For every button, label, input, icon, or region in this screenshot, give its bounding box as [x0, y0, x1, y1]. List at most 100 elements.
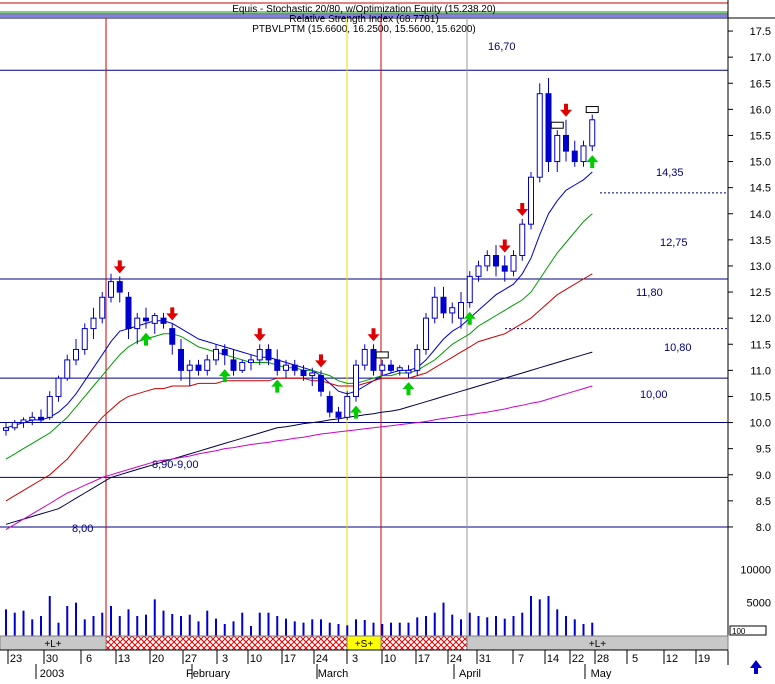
level-label: 11,80 [636, 287, 663, 299]
y-tick-label: 16.5 [750, 78, 771, 90]
candle-body [178, 348, 184, 371]
candle-body [475, 265, 482, 277]
y-tick-label: 16.0 [750, 104, 771, 116]
candle-body [510, 255, 517, 272]
x-tick-label: 22 [572, 653, 584, 665]
candle-body [388, 364, 394, 371]
candle-body [501, 265, 508, 272]
month-label: 2003 [40, 668, 64, 679]
level-label: 12,75 [660, 237, 688, 249]
candle-body [335, 411, 342, 418]
candle-body [239, 362, 246, 371]
candle-body [204, 359, 211, 371]
candle-body [458, 301, 464, 319]
y-tick-label: 10.0 [750, 418, 771, 430]
candle-body [186, 364, 193, 371]
month-label: May [591, 668, 612, 679]
candle-body [38, 416, 44, 421]
x-tick-label: 19 [698, 653, 710, 665]
level-label: 14,35 [656, 167, 684, 179]
x-tick-label: 17 [284, 653, 296, 665]
x-tick-label: 23 [10, 653, 22, 665]
volume-scale-label: 100 [732, 627, 746, 636]
candle-body [230, 359, 237, 371]
candle-body [361, 348, 368, 366]
candle-body [563, 134, 569, 152]
gap-marker [550, 121, 564, 129]
y-tick-label: 17.5 [750, 26, 771, 38]
candle-body [344, 395, 351, 418]
candle-body [3, 427, 9, 431]
candle-body [73, 348, 79, 361]
candle-body [99, 296, 106, 319]
candle-body [134, 317, 141, 330]
stock-chart: Equis - Stochastic 20/80, w/Optimization… [0, 0, 775, 680]
x-tick-label: 14 [547, 653, 559, 665]
candle-body [466, 275, 473, 303]
candle-body [64, 359, 71, 379]
candle-body [46, 395, 53, 418]
candle-body [528, 176, 534, 225]
candle-body [431, 296, 438, 319]
gap-marker [375, 351, 389, 359]
candle-body [414, 348, 421, 371]
signal-label: +L+ [589, 639, 606, 650]
candle-body [256, 348, 263, 361]
candle-body [589, 119, 596, 147]
y-tick-label: 8.5 [756, 496, 771, 508]
candle-body [125, 296, 132, 330]
x-tick-label: 28 [597, 653, 609, 665]
candle-body [309, 372, 316, 377]
candle-body [283, 364, 289, 371]
level-label: 16,70 [488, 41, 516, 53]
y-tick-label: 14.5 [750, 183, 771, 195]
y-tick-label: 13.5 [750, 235, 771, 247]
candle-body [169, 328, 176, 345]
y-tick-label: 11.0 [750, 365, 771, 377]
month-label: April [459, 668, 481, 679]
candle-body [353, 364, 359, 397]
level-label: 8,00 [72, 523, 93, 535]
candle-body [11, 422, 18, 429]
candle-body [90, 317, 97, 330]
candle-body [116, 281, 123, 293]
candle-body [370, 348, 377, 371]
candle-body [449, 307, 456, 314]
candle-body [440, 296, 447, 314]
candle-body [326, 395, 333, 413]
candle-body [108, 281, 114, 298]
candle-body [195, 364, 202, 371]
x-tick-label: 24 [450, 653, 462, 665]
candle-body [536, 93, 543, 178]
x-tick-label: 30 [46, 653, 58, 665]
y-tick-label: 12.0 [750, 313, 771, 325]
y-tick-label: 15.5 [750, 130, 771, 142]
y-tick-label: 12.5 [750, 287, 771, 299]
y-tick-label: 10.5 [750, 391, 771, 403]
gap-marker [585, 106, 599, 114]
x-tick-label: 5 [632, 653, 638, 665]
candle-body [143, 317, 149, 322]
chart-window: Equis - Stochastic 20/80, w/Optimization… [0, 0, 775, 680]
y-tick-label: 17.0 [750, 52, 771, 64]
candle-body [274, 359, 281, 371]
candle-body [29, 416, 36, 421]
candle-body [20, 419, 27, 424]
candle-body [291, 364, 298, 371]
candle-body [484, 255, 491, 267]
level-label: 10,80 [664, 342, 692, 354]
candle-body [221, 348, 228, 356]
x-tick-label: 31 [479, 653, 491, 665]
candle-body [493, 255, 499, 267]
signal-segment [105, 635, 348, 651]
candle-body [160, 317, 167, 324]
candle-body [379, 364, 386, 371]
x-tick-label: 27 [185, 653, 197, 665]
x-tick-label: 7 [518, 653, 524, 665]
candle-body [248, 359, 254, 364]
x-tick-label: 13 [118, 653, 130, 665]
month-label: February [186, 668, 231, 679]
signal-segment [380, 635, 468, 651]
candle-body [571, 150, 578, 163]
candle-body [519, 223, 526, 257]
